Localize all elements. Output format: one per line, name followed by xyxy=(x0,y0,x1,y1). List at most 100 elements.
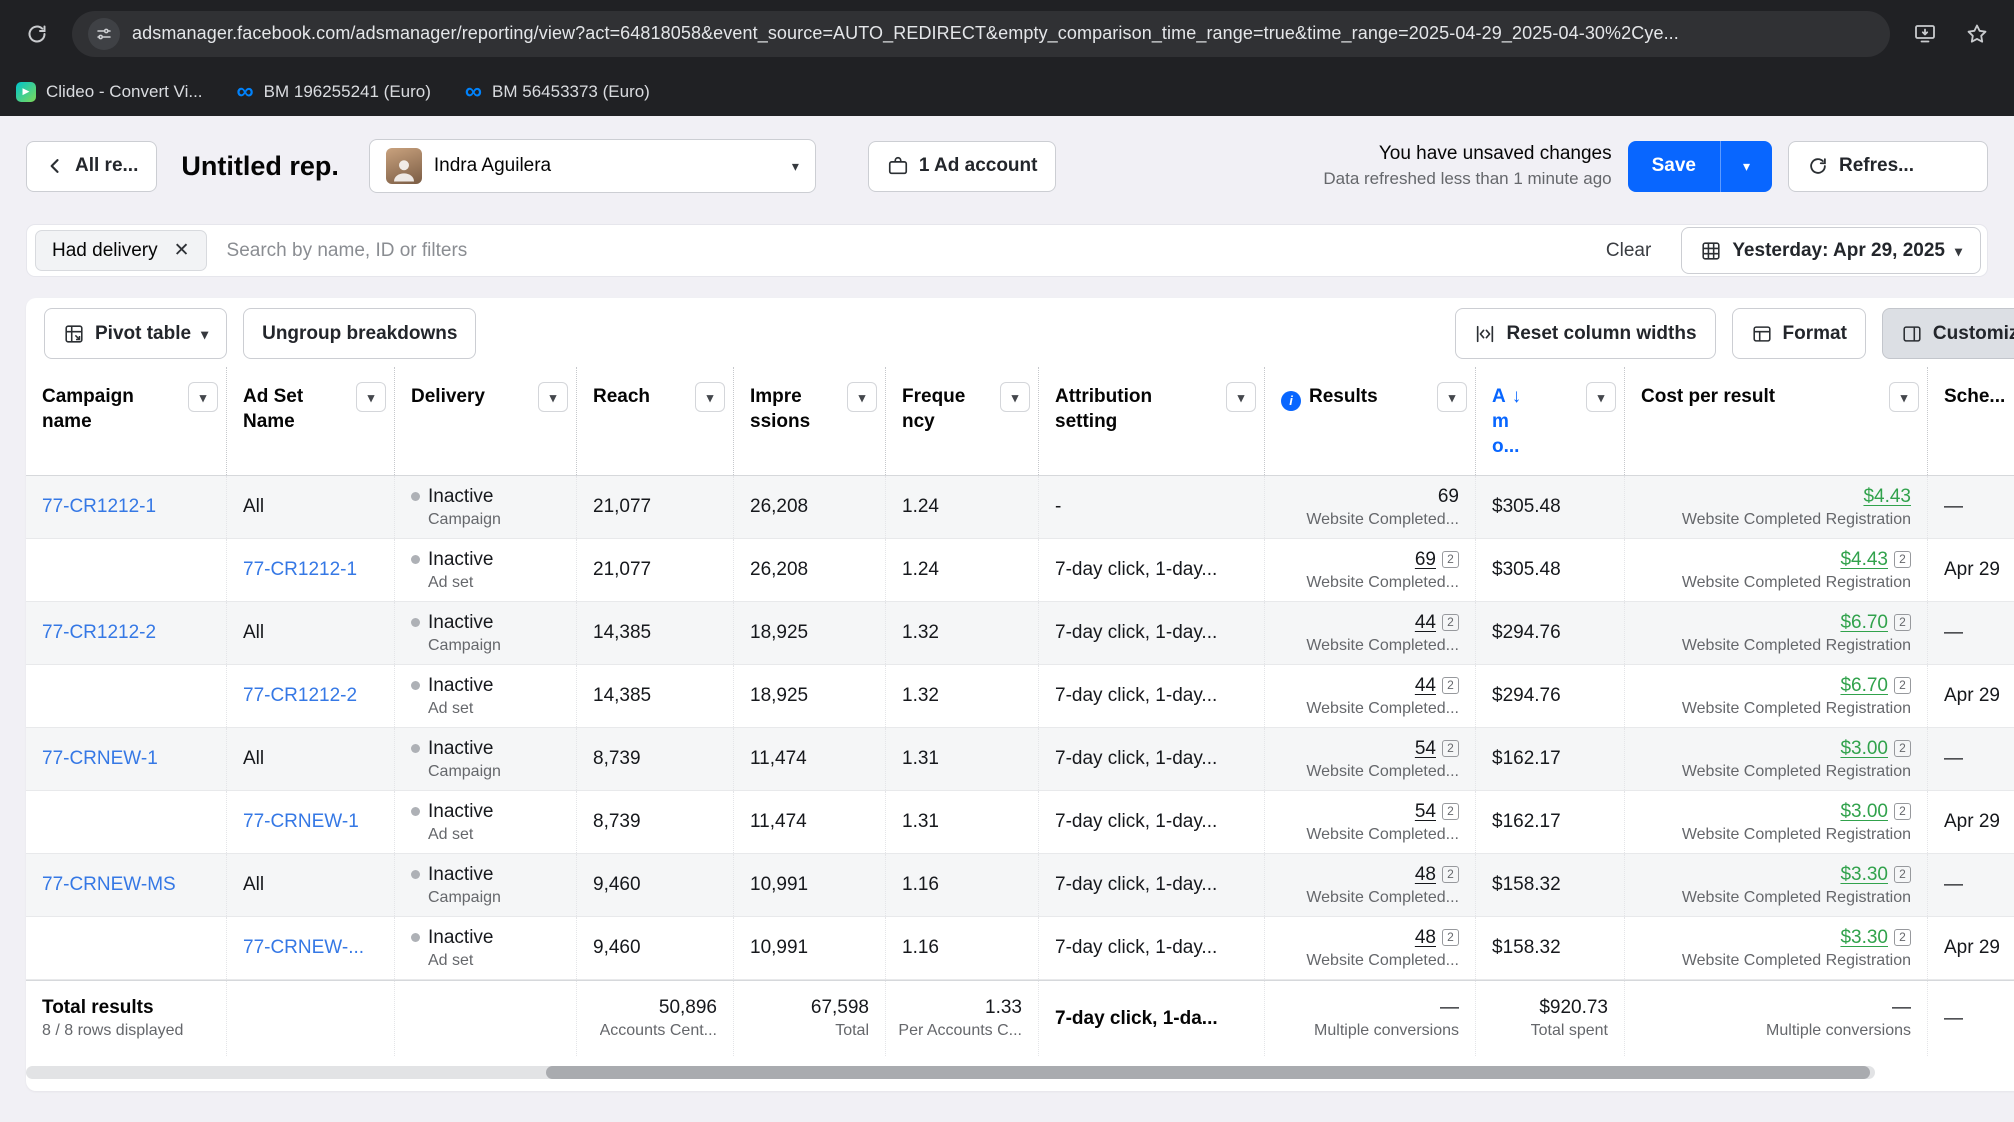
close-icon[interactable]: ✕ xyxy=(174,241,190,260)
cpr-type: Website Completed Registration xyxy=(1681,699,1911,717)
horizontal-scrollbar[interactable] xyxy=(26,1066,1875,1079)
bookmark-clideo[interactable]: ▶ Clideo - Convert Vi... xyxy=(16,81,203,102)
column-label-campaign: Campaign name xyxy=(42,386,134,432)
pivot-table-label: Pivot table xyxy=(95,322,192,344)
date-range-picker[interactable]: Yesterday: Apr 29, 2025 ▾ xyxy=(1681,227,1981,274)
search-input[interactable]: Search by name, ID or filters xyxy=(227,240,1586,262)
table-row: 77-CR1212-2 Inactive Ad set 14,385 18,925 1.3… xyxy=(26,665,2014,728)
adset-link[interactable]: 77-CR1212-2 xyxy=(243,685,378,707)
cpr-type: Website Completed Registration xyxy=(1681,573,1911,591)
total-results: — Multiple conversions xyxy=(1264,981,1475,1056)
cpr-type: Website Completed Registration xyxy=(1681,762,1911,780)
bookmark-star-icon[interactable] xyxy=(1960,17,1994,51)
campaign-link[interactable]: 77-CRNEW-1 xyxy=(42,748,210,770)
format-table-icon xyxy=(1751,323,1773,345)
column-menu-reach-button[interactable]: ▾ xyxy=(695,382,725,412)
results-type: Website Completed... xyxy=(1306,762,1459,780)
bookmark-bm-56453373[interactable]: ∞ BM 56453373 (Euro) xyxy=(465,79,650,103)
cell-impressions: 26,208 xyxy=(733,476,885,538)
column-label-reach: Reach xyxy=(593,386,651,407)
cell-campaign-name: 77-CR1212-2 xyxy=(26,602,226,664)
inactive-status-dot xyxy=(411,492,420,501)
format-button[interactable]: Format xyxy=(1731,308,1866,359)
refresh-icon xyxy=(1807,155,1829,177)
total-schedule: — xyxy=(1927,981,2014,1056)
column-menu-campaign-button[interactable]: ▾ xyxy=(188,382,218,412)
url-bar[interactable]: adsmanager.facebook.com/adsmanager/repor… xyxy=(72,10,1890,57)
column-menu-adset-button[interactable]: ▾ xyxy=(356,382,386,412)
cell-delivery: Inactive Campaign xyxy=(394,728,576,790)
results-type: Website Completed... xyxy=(1306,699,1459,717)
cost-per-result-value[interactable]: $3.00 xyxy=(1840,801,1888,823)
results-count-badge: 2 xyxy=(1442,739,1459,757)
customize-button[interactable]: Customize xyxy=(1881,308,2014,359)
cost-per-result-value[interactable]: $6.70 xyxy=(1840,612,1888,634)
adset-link[interactable]: 77-CR1212-1 xyxy=(243,559,378,581)
cost-per-result-value[interactable]: $3.30 xyxy=(1840,864,1888,886)
campaign-link[interactable]: 77-CR1212-2 xyxy=(42,622,210,644)
column-menu-attribution-button[interactable]: ▾ xyxy=(1226,382,1256,412)
column-menu-delivery-button[interactable]: ▾ xyxy=(538,382,568,412)
cell-amount-spent: $158.32 xyxy=(1475,917,1624,979)
ad-account-button[interactable]: 1 Ad account xyxy=(867,140,1057,192)
column-menu-frequency-button[interactable]: ▾ xyxy=(1000,382,1030,412)
column-menu-results-button[interactable]: ▾ xyxy=(1437,382,1467,412)
column-header-attribution: Attribution setting ▾ xyxy=(1038,367,1264,475)
reload-icon[interactable] xyxy=(20,17,54,51)
back-to-all-reports-button[interactable]: All re... xyxy=(26,140,158,192)
cost-per-result-value[interactable]: $4.43 xyxy=(1840,549,1888,571)
scrollbar-thumb[interactable] xyxy=(546,1066,1870,1079)
cell-attribution-setting: - xyxy=(1038,476,1264,538)
cell-delivery: Inactive Campaign xyxy=(394,476,576,538)
cell-frequency: 1.31 xyxy=(885,791,1038,853)
cell-reach: 9,460 xyxy=(576,917,733,979)
inactive-status-dot xyxy=(411,933,420,942)
column-label-schedule: Sche... xyxy=(1944,386,2006,407)
column-menu-cpr-button[interactable]: ▾ xyxy=(1889,382,1919,412)
refresh-button[interactable]: Refres... xyxy=(1788,140,1988,192)
install-app-icon[interactable] xyxy=(1908,17,1942,51)
cell-impressions: 26,208 xyxy=(733,539,885,601)
table-row: 77-CRNEW-... Inactive Ad set 9,460 10,991 1.1… xyxy=(26,917,2014,980)
delivery-status: Inactive xyxy=(428,926,494,948)
results-type: Website Completed... xyxy=(1306,888,1459,906)
had-delivery-filter-chip[interactable]: Had delivery ✕ xyxy=(35,230,207,271)
campaign-link[interactable]: 77-CR1212-1 xyxy=(42,496,210,518)
bookmark-bm-196255241[interactable]: ∞ BM 196255241 (Euro) xyxy=(237,79,431,103)
clear-filters-link[interactable]: Clear xyxy=(1606,240,1651,262)
cost-per-result-value[interactable]: $6.70 xyxy=(1840,675,1888,697)
cost-per-result-value[interactable]: $3.30 xyxy=(1840,927,1888,949)
cost-per-result-value[interactable]: $4.43 xyxy=(1863,486,1911,508)
column-menu-impressions-button[interactable]: ▾ xyxy=(847,382,877,412)
url-text: adsmanager.facebook.com/adsmanager/repor… xyxy=(132,23,1679,43)
pivot-table-dropdown[interactable]: Pivot table ▾ xyxy=(44,308,228,359)
column-menu-amount-button[interactable]: ▾ xyxy=(1586,382,1616,412)
chevron-down-icon: ▾ xyxy=(791,158,799,174)
cpr-type: Website Completed Registration xyxy=(1681,510,1911,528)
cpr-type: Website Completed Registration xyxy=(1681,951,1911,969)
cell-campaign-name xyxy=(26,791,226,853)
cost-per-result-value[interactable]: $3.00 xyxy=(1840,738,1888,760)
column-header-impressions: Impre ssions ▾ xyxy=(733,367,885,475)
site-info-icon[interactable] xyxy=(88,17,120,50)
inactive-status-dot xyxy=(411,681,420,690)
filter-bar[interactable]: Had delivery ✕ Search by name, ID or fil… xyxy=(26,224,1988,277)
table-header-row: Campaign name ▾ Ad Set Name ▾ Delivery ▾ Reach ▾ I… xyxy=(26,367,2014,476)
save-dropdown-button[interactable]: ▾ xyxy=(1720,140,1772,192)
table-row: 77-CRNEW-1 All Inactive Campaign 8,739 11,474… xyxy=(26,728,2014,791)
ungroup-breakdowns-button[interactable]: Ungroup breakdowns xyxy=(243,308,477,359)
account-selector[interactable]: Indra Aguilera ▾ xyxy=(368,139,816,193)
save-button[interactable]: Save xyxy=(1627,140,1720,192)
campaign-link[interactable]: 77-CRNEW-MS xyxy=(42,874,210,896)
table-row: 77-CR1212-1 Inactive Ad set 21,077 26,208 1.2… xyxy=(26,539,2014,602)
adset-link[interactable]: 77-CRNEW-... xyxy=(243,937,378,959)
delivery-level: Campaign xyxy=(428,636,501,654)
reset-column-widths-button[interactable]: Reset column widths xyxy=(1455,308,1716,359)
adset-link[interactable]: 77-CRNEW-1 xyxy=(243,811,378,833)
info-icon[interactable]: i xyxy=(1281,390,1301,411)
cell-results: 44 2 Website Completed... xyxy=(1264,665,1475,727)
cell-frequency: 1.24 xyxy=(885,539,1038,601)
cell-frequency: 1.24 xyxy=(885,476,1038,538)
inactive-status-dot xyxy=(411,618,420,627)
cell-attribution-setting: 7-day click, 1-day... xyxy=(1038,917,1264,979)
